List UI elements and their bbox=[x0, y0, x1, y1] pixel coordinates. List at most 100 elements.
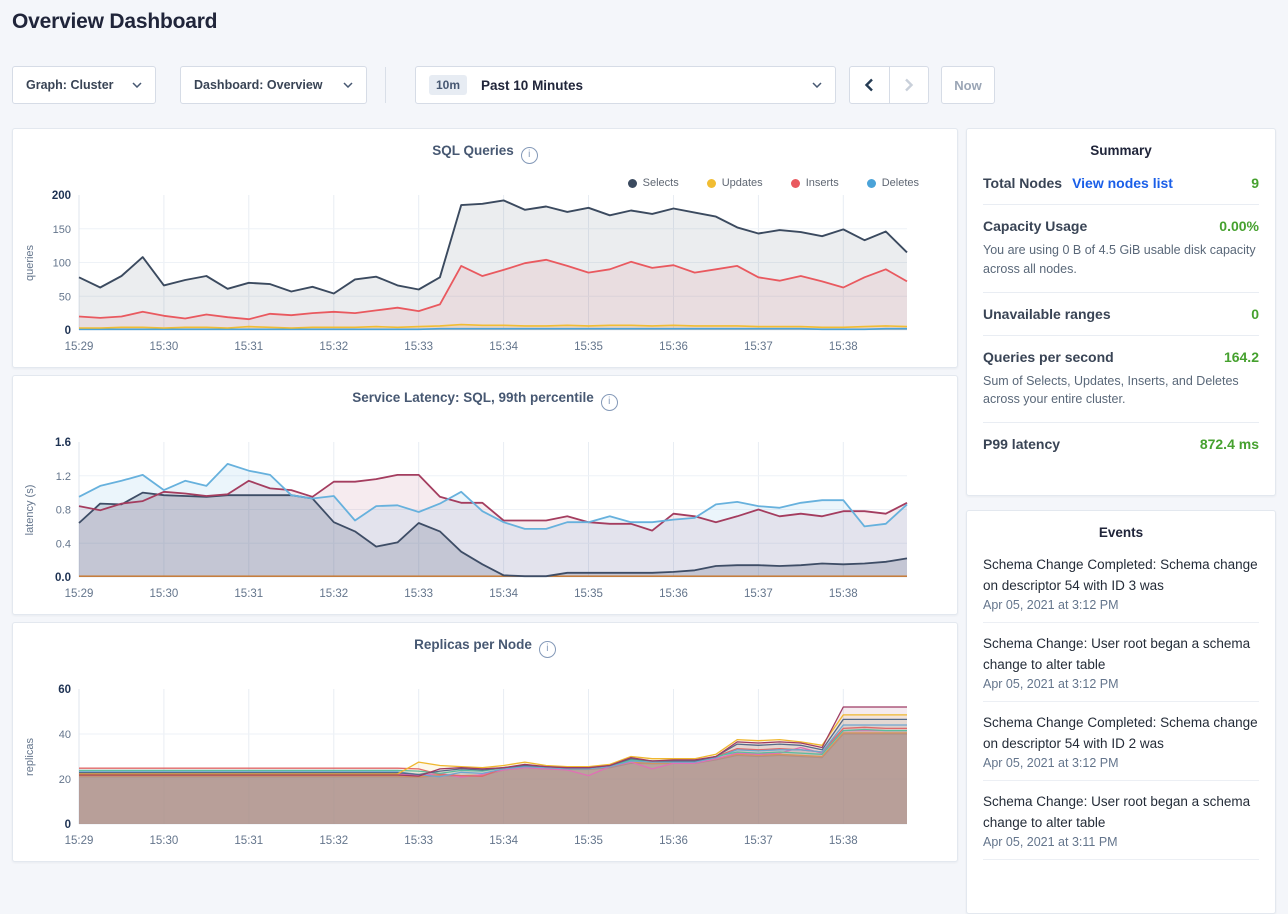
toolbar-divider bbox=[385, 67, 386, 103]
summary-title: Summary bbox=[983, 143, 1259, 158]
summary-row: Capacity Usage 0.00% You are using 0 B of … bbox=[983, 205, 1259, 293]
dashboard-select-label: Dashboard: Overview bbox=[194, 78, 323, 92]
summary-subtext: You are using 0 B of 4.5 GiB usable disk… bbox=[983, 241, 1259, 279]
svg-text:0.0: 0.0 bbox=[55, 572, 71, 584]
summary-value: 164.2 bbox=[1224, 349, 1259, 365]
time-range-picker[interactable]: 10m Past 10 Minutes bbox=[415, 66, 836, 104]
svg-text:100: 100 bbox=[53, 258, 71, 270]
svg-text:15:36: 15:36 bbox=[659, 341, 688, 353]
service-latency-chart[interactable]: 0.0 0.4 0.8 1.2 1.6 15:29 15:30 15:31 15:32 15:33… bbox=[13, 434, 957, 612]
svg-text:15:29: 15:29 bbox=[65, 588, 94, 600]
svg-text:15:31: 15:31 bbox=[234, 341, 263, 353]
svg-text:1.2: 1.2 bbox=[56, 471, 71, 483]
info-icon[interactable] bbox=[539, 641, 556, 658]
summary-label: P99 latency bbox=[983, 436, 1060, 452]
svg-text:latency (s): latency (s) bbox=[24, 485, 36, 536]
now-button[interactable]: Now bbox=[941, 66, 995, 104]
now-button-label: Now bbox=[954, 78, 981, 93]
chevron-right-icon bbox=[904, 78, 914, 92]
svg-text:15:31: 15:31 bbox=[234, 588, 263, 600]
dashboard-select[interactable]: Dashboard: Overview bbox=[180, 66, 367, 104]
svg-text:15:37: 15:37 bbox=[744, 588, 773, 600]
event-item: Schema Change: User root began a schema … bbox=[983, 781, 1259, 860]
sql-queries-chart[interactable]: 05010015020015:2915:3015:3115:3215:3315:… bbox=[13, 187, 957, 365]
svg-text:20: 20 bbox=[59, 774, 71, 786]
svg-text:15:34: 15:34 bbox=[489, 341, 518, 353]
summary-row: P99 latency 872.4 ms bbox=[983, 423, 1259, 465]
time-next-button[interactable] bbox=[889, 67, 929, 103]
summary-rows: Total Nodes View nodes list 9 Capacity Usag… bbox=[983, 162, 1259, 465]
chart-title: Replicas per Node bbox=[414, 637, 532, 652]
info-icon[interactable] bbox=[521, 147, 538, 164]
summary-value: 0 bbox=[1251, 306, 1259, 322]
event-text: Schema Change Completed: Schema change o… bbox=[983, 712, 1259, 754]
summary-label: Unavailable ranges bbox=[983, 306, 1111, 322]
chart-title: Service Latency: SQL, 99th percentile bbox=[352, 390, 594, 405]
svg-text:50: 50 bbox=[59, 291, 71, 303]
sql-queries-card: SQL Queries SelectsUpdatesInsertsDeletes… bbox=[12, 128, 958, 368]
svg-text:15:33: 15:33 bbox=[404, 588, 433, 600]
svg-text:40: 40 bbox=[59, 729, 71, 741]
replicas-per-node-card: Replicas per Node 020406015:2915:3015:31… bbox=[12, 622, 958, 862]
summary-label: Queries per second bbox=[983, 349, 1114, 365]
svg-text:15:32: 15:32 bbox=[319, 835, 348, 847]
event-text: Schema Change Completed: Schema change o… bbox=[983, 554, 1259, 596]
event-item: Schema Change Completed: Schema change o… bbox=[983, 544, 1259, 623]
summary-label: Total Nodes bbox=[983, 175, 1062, 191]
svg-text:15:37: 15:37 bbox=[744, 835, 773, 847]
chart-header: Service Latency: SQL, 99th percentile bbox=[13, 389, 957, 411]
svg-text:0.8: 0.8 bbox=[56, 505, 71, 517]
svg-text:0: 0 bbox=[65, 819, 71, 831]
svg-text:15:35: 15:35 bbox=[574, 588, 603, 600]
graph-select[interactable]: Graph: Cluster bbox=[12, 66, 156, 104]
svg-text:150: 150 bbox=[53, 224, 71, 236]
event-item: Schema Change: User root began a schema … bbox=[983, 623, 1259, 702]
svg-text:15:35: 15:35 bbox=[574, 835, 603, 847]
svg-text:15:38: 15:38 bbox=[829, 341, 858, 353]
summary-value: 872.4 ms bbox=[1200, 436, 1259, 452]
svg-text:15:32: 15:32 bbox=[319, 588, 348, 600]
svg-text:200: 200 bbox=[52, 190, 71, 202]
svg-text:15:38: 15:38 bbox=[829, 588, 858, 600]
info-icon[interactable] bbox=[601, 394, 618, 411]
svg-text:15:32: 15:32 bbox=[319, 341, 348, 353]
svg-text:15:36: 15:36 bbox=[659, 835, 688, 847]
svg-text:15:29: 15:29 bbox=[65, 341, 94, 353]
time-range-label: Past 10 Minutes bbox=[481, 78, 812, 93]
event-timestamp: Apr 05, 2021 at 3:12 PM bbox=[983, 677, 1259, 691]
time-nav bbox=[849, 66, 929, 104]
replicas-per-node-chart[interactable]: 020406015:2915:3015:3115:3215:3315:3415:… bbox=[13, 681, 957, 859]
svg-text:1.6: 1.6 bbox=[55, 437, 71, 449]
time-prev-button[interactable] bbox=[850, 67, 889, 103]
time-range-badge: 10m bbox=[429, 75, 467, 95]
svg-text:15:30: 15:30 bbox=[150, 835, 179, 847]
event-text: Schema Change: User root began a schema … bbox=[983, 791, 1259, 833]
chevron-down-icon bbox=[132, 82, 142, 88]
summary-panel: Summary Total Nodes View nodes list 9 Capac… bbox=[966, 128, 1276, 496]
service-latency-card: Service Latency: SQL, 99th percentile 0.… bbox=[12, 375, 958, 615]
chevron-down-icon bbox=[812, 82, 822, 88]
event-timestamp: Apr 05, 2021 at 3:12 PM bbox=[983, 756, 1259, 770]
summary-row: Unavailable ranges 0 bbox=[983, 293, 1259, 336]
svg-text:15:33: 15:33 bbox=[404, 835, 433, 847]
svg-text:replicas: replicas bbox=[24, 738, 36, 776]
view-nodes-list-link[interactable]: View nodes list bbox=[1072, 175, 1173, 191]
summary-value: 0.00% bbox=[1219, 218, 1259, 234]
event-item: Schema Change Completed: Schema change o… bbox=[983, 702, 1259, 781]
svg-text:15:33: 15:33 bbox=[404, 341, 433, 353]
svg-text:60: 60 bbox=[58, 684, 71, 696]
svg-text:15:35: 15:35 bbox=[574, 341, 603, 353]
svg-text:0: 0 bbox=[65, 325, 71, 337]
svg-text:15:38: 15:38 bbox=[829, 835, 858, 847]
summary-value: 9 bbox=[1251, 175, 1259, 191]
svg-text:queries: queries bbox=[24, 244, 36, 281]
summary-label: Capacity Usage bbox=[983, 218, 1087, 234]
chart-header: Replicas per Node bbox=[13, 636, 957, 658]
summary-row: Total Nodes View nodes list 9 bbox=[983, 162, 1259, 205]
svg-text:0.4: 0.4 bbox=[56, 538, 71, 550]
chart-title: SQL Queries bbox=[432, 143, 514, 158]
summary-row: Queries per second164.2Sum of Selects, U… bbox=[983, 336, 1259, 424]
svg-text:15:30: 15:30 bbox=[150, 588, 179, 600]
event-text: Schema Change: User root began a schema … bbox=[983, 633, 1259, 675]
events-list: Schema Change Completed: Schema change o… bbox=[983, 544, 1259, 860]
